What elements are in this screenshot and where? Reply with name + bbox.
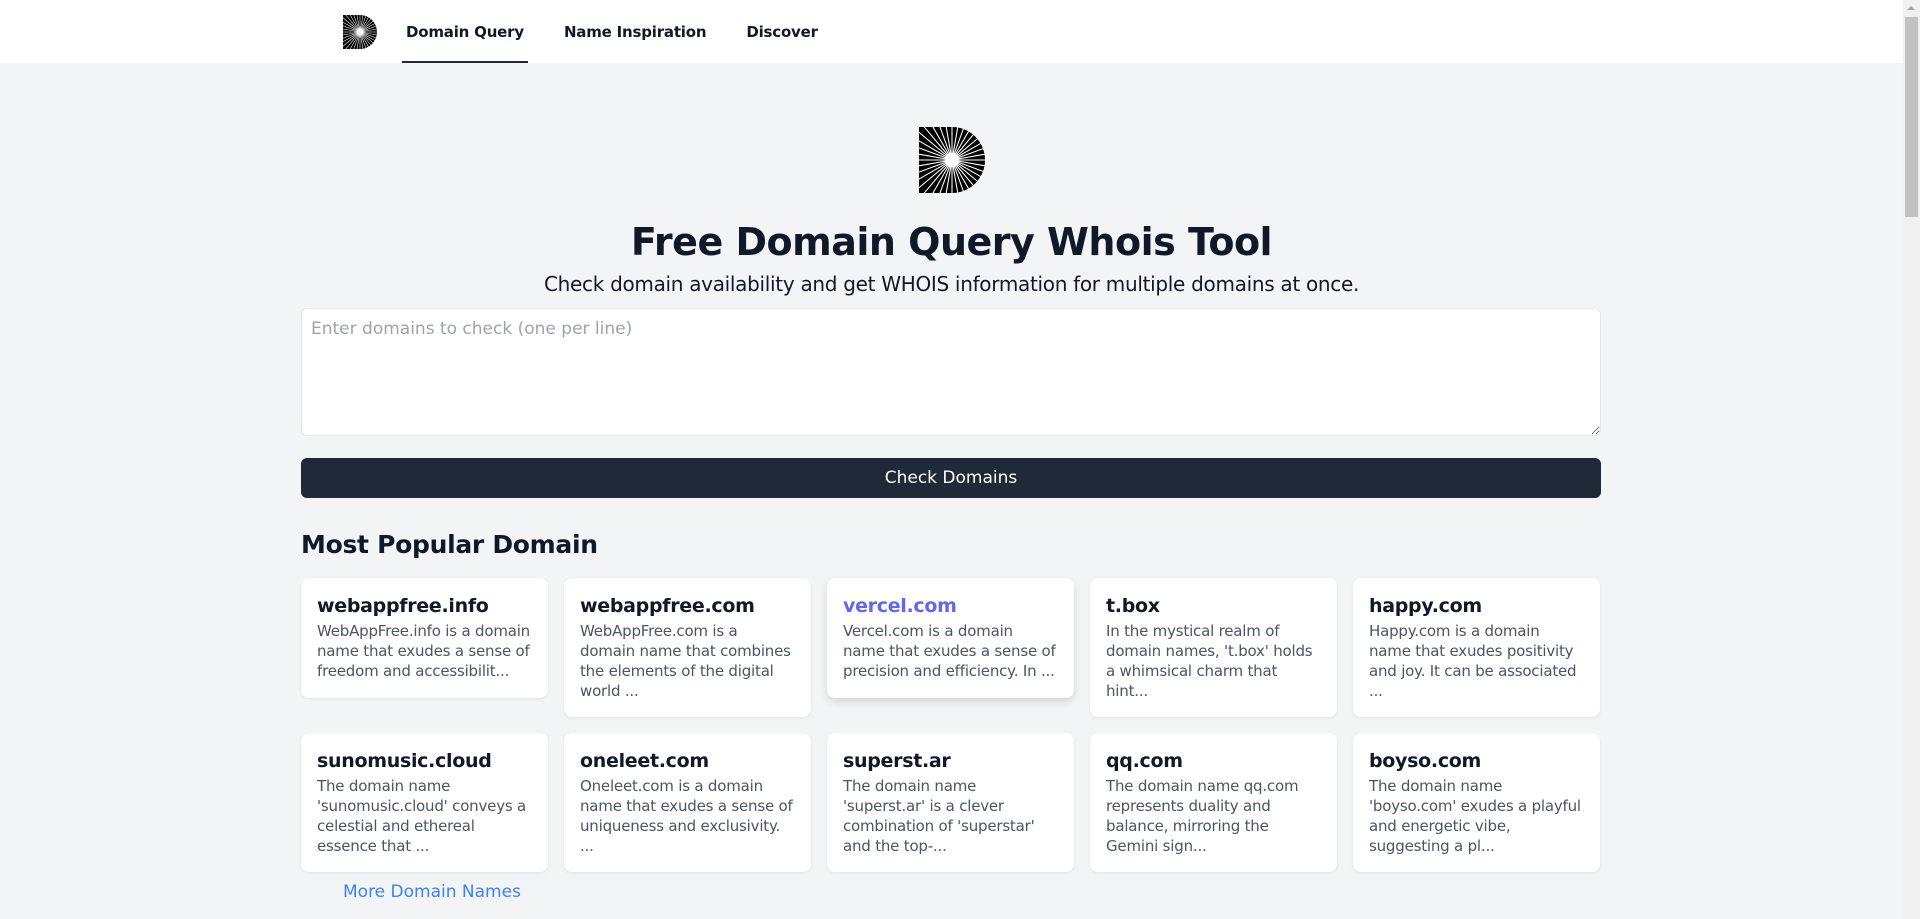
domain-card[interactable]: webappfree.com WebAppFree.com is a domain… xyxy=(564,578,811,717)
page: Domain Query Name Inspiration Discover F… xyxy=(0,0,1903,919)
domain-card-description: The domain name 'superst.ar' is a clever… xyxy=(843,777,1035,855)
domain-card-title: qq.com xyxy=(1106,750,1183,772)
more-domain-names-link[interactable]: More Domain Names xyxy=(343,882,521,902)
domain-card-title: boyso.com xyxy=(1369,750,1482,772)
domain-card-description: WebAppFree.com is a domain name that com… xyxy=(580,622,791,700)
tab-name-inspiration[interactable]: Name Inspiration xyxy=(560,0,710,63)
tab-domain-query[interactable]: Domain Query xyxy=(402,0,528,63)
domain-card-title: t.box xyxy=(1106,595,1160,617)
domain-card-title: superst.ar xyxy=(843,750,951,772)
domain-card-description: Oneleet.com is a domain name that exudes… xyxy=(580,777,793,855)
domain-card-description: The domain name qq.com represents dualit… xyxy=(1106,777,1299,855)
domains-input[interactable] xyxy=(301,308,1601,436)
popular-domains-grid: webappfree.info WebAppFree.info is a doma… xyxy=(301,578,1601,872)
domain-card[interactable]: superst.ar The domain name 'superst.ar' i… xyxy=(827,733,1074,872)
domain-card-description: The domain name 'sunomusic.cloud' convey… xyxy=(317,777,527,855)
domain-card-title: happy.com xyxy=(1369,595,1482,617)
domain-card-description: WebAppFree.info is a domain name that ex… xyxy=(317,622,530,680)
domain-card[interactable]: oneleet.com Oneleet.com is a domain name … xyxy=(564,733,811,872)
domain-card[interactable]: sunomusic.cloud The domain name 'sunomusi… xyxy=(301,733,548,872)
brand-logo-icon[interactable] xyxy=(343,15,377,49)
domain-card[interactable]: t.box In the mystical realm of domain nam… xyxy=(1090,578,1337,717)
domain-card-title: sunomusic.cloud xyxy=(317,750,492,772)
domain-card[interactable]: happy.com Happy.com is a domain name that… xyxy=(1353,578,1600,717)
domain-card[interactable]: vercel.com Vercel.com is a domain name th… xyxy=(827,578,1074,698)
domain-card[interactable]: qq.com The domain name qq.com represents … xyxy=(1090,733,1337,872)
vertical-scrollbar[interactable] xyxy=(1903,0,1920,919)
check-domains-button[interactable]: Check Domains xyxy=(301,458,1601,498)
domain-card-description: Vercel.com is a domain name that exudes … xyxy=(843,622,1056,680)
scrollbar-thumb[interactable] xyxy=(1905,17,1918,217)
domain-card[interactable]: webappfree.info WebAppFree.info is a doma… xyxy=(301,578,548,698)
page-subtitle: Check domain availability and get WHOIS … xyxy=(543,272,1360,296)
domain-card-title: vercel.com xyxy=(843,595,957,617)
domain-card[interactable]: boyso.com The domain name 'boyso.com' exu… xyxy=(1353,733,1600,872)
section-title-popular: Most Popular Domain xyxy=(301,530,598,559)
domain-card-description: Happy.com is a domain name that exudes p… xyxy=(1369,622,1577,700)
domain-card-description: The domain name 'boyso.com' exudes a pla… xyxy=(1369,777,1581,855)
hero-logo-icon xyxy=(919,127,985,193)
top-nav: Domain Query Name Inspiration Discover xyxy=(0,0,1903,63)
domain-card-description: In the mystical realm of domain names, '… xyxy=(1106,622,1313,700)
scroll-up-arrow-icon[interactable] xyxy=(1907,6,1915,10)
tab-discover[interactable]: Discover xyxy=(742,0,821,63)
domain-card-title: oneleet.com xyxy=(580,750,709,772)
domain-card-title: webappfree.info xyxy=(317,595,489,617)
domain-card-title: webappfree.com xyxy=(580,595,755,617)
page-title: Free Domain Query Whois Tool xyxy=(630,220,1273,264)
